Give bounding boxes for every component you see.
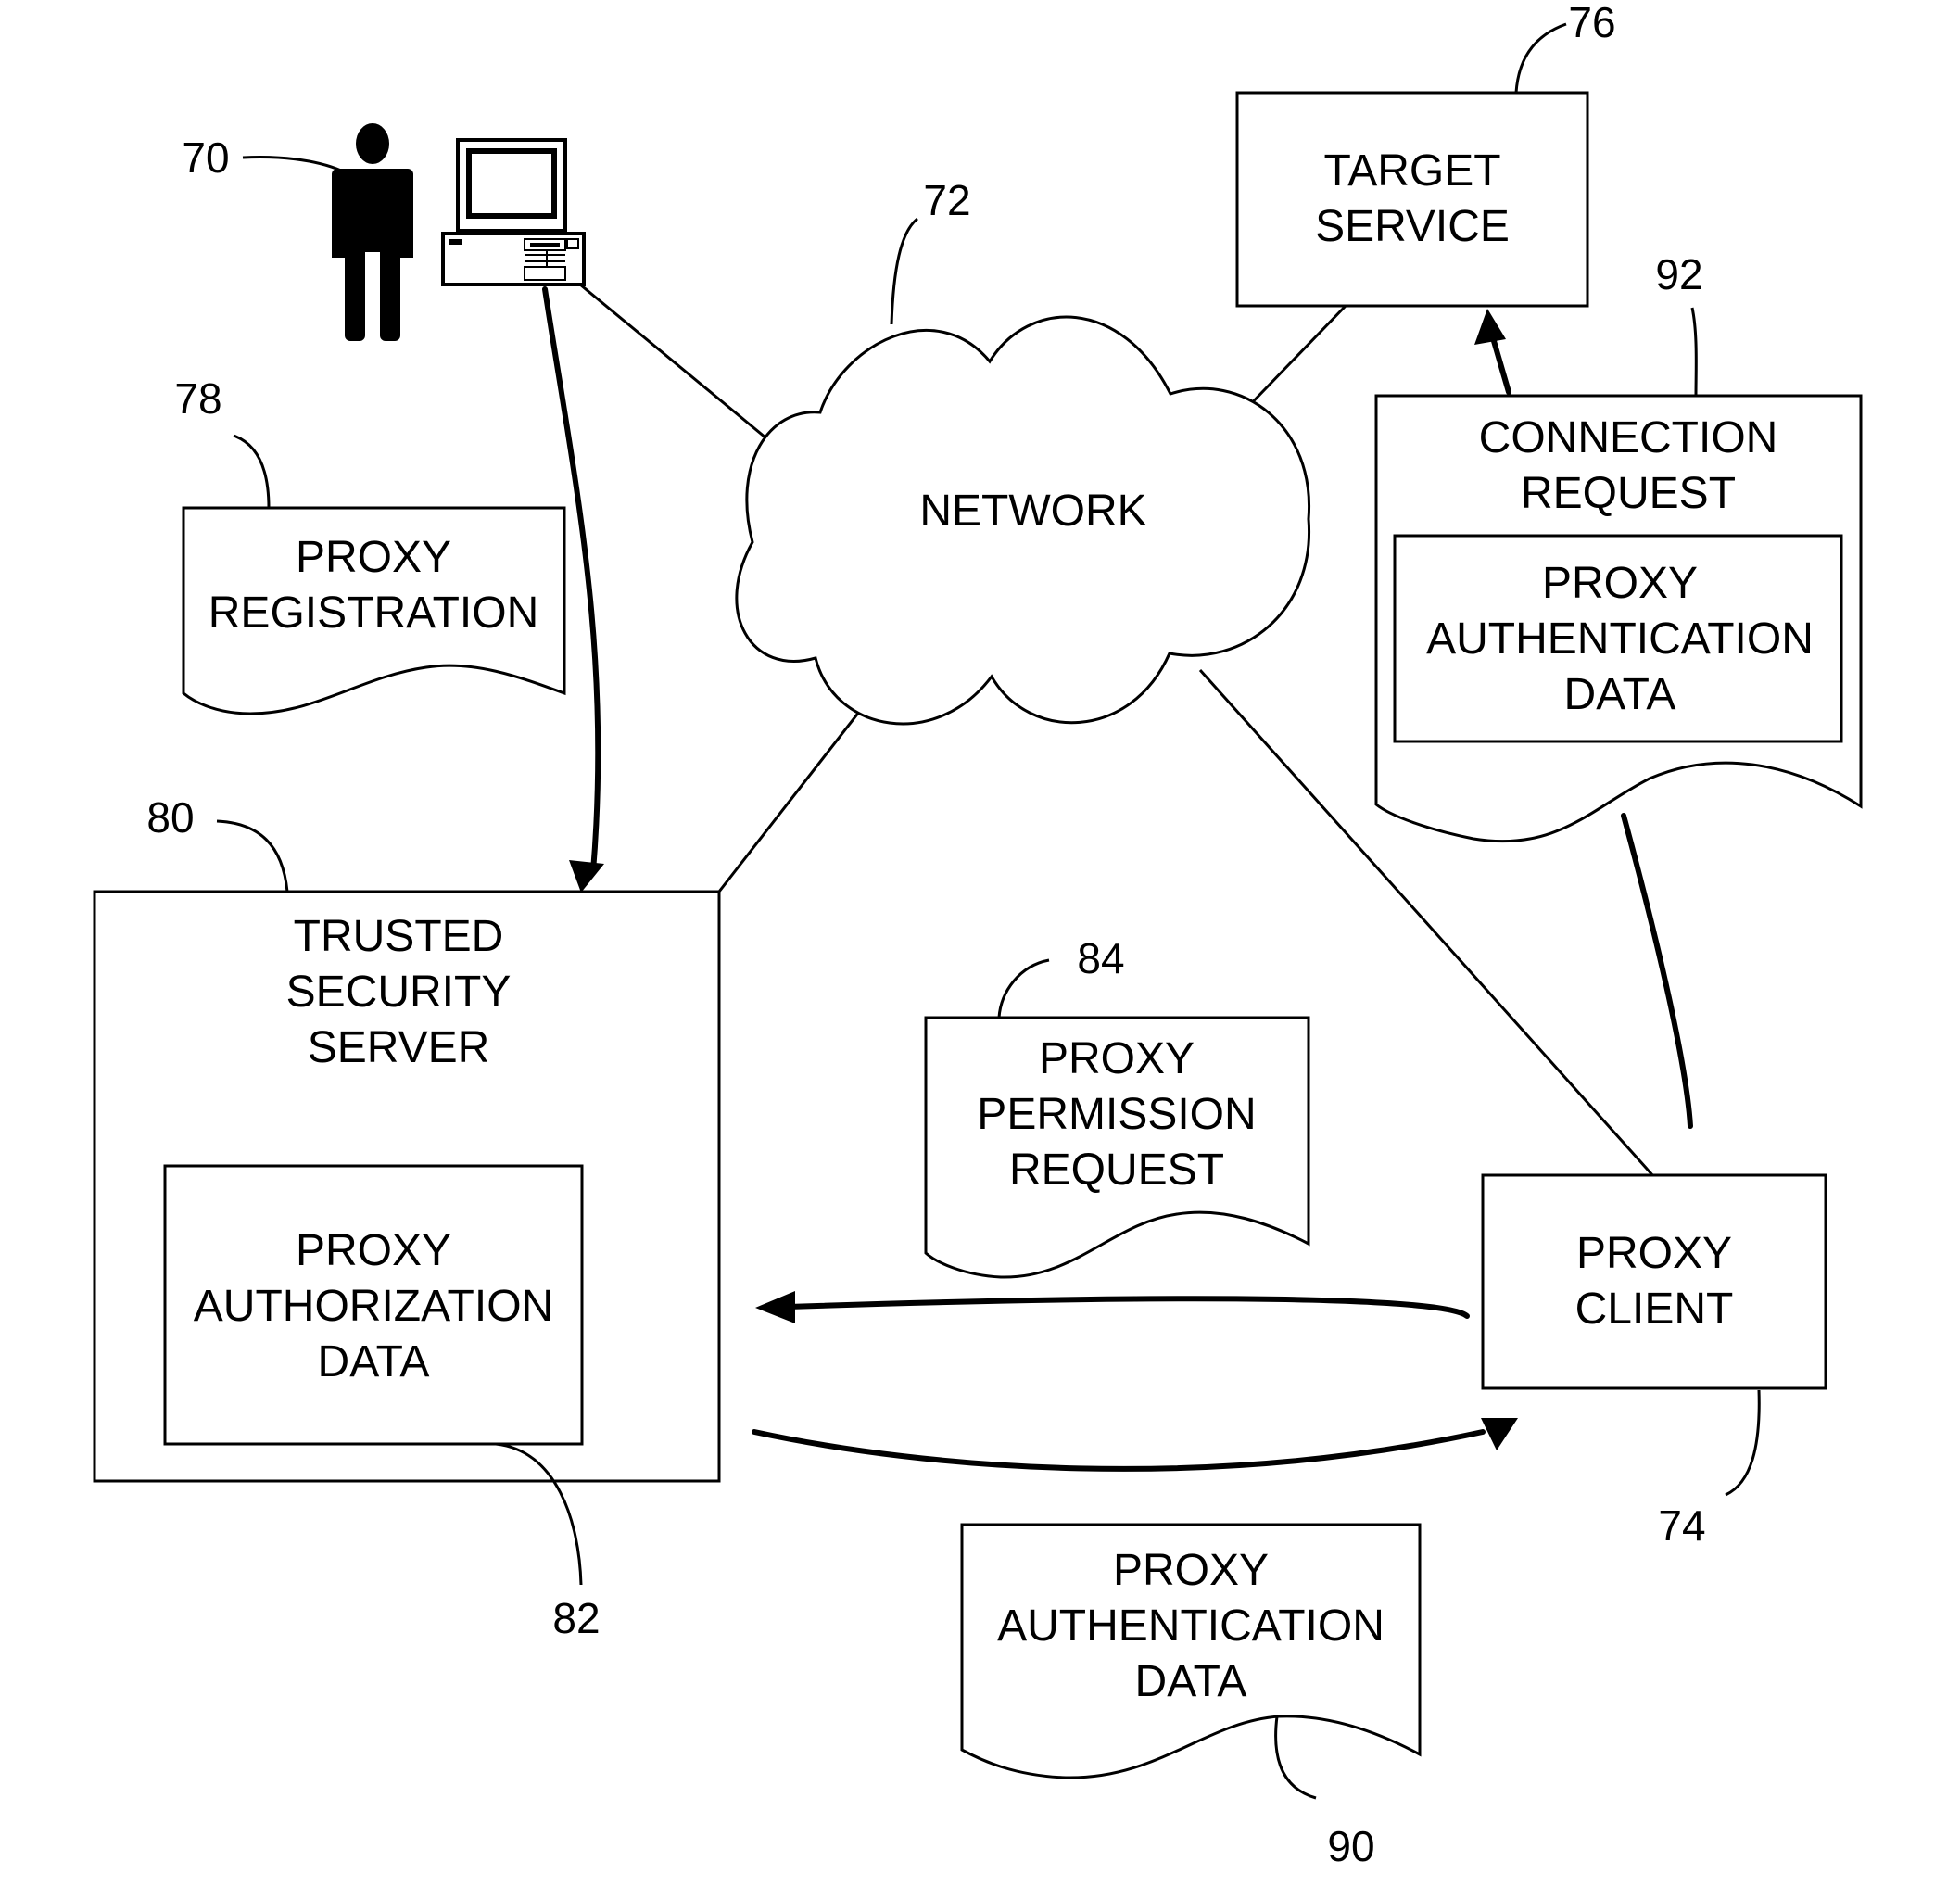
person-icon <box>332 123 413 341</box>
request-to-target-arrowhead <box>1474 309 1506 345</box>
leader-90 <box>1274 1715 1317 1800</box>
leader-78 <box>233 434 271 509</box>
leader-76 <box>1514 22 1567 94</box>
connection-request-label-line1: CONNECTION <box>1479 413 1778 462</box>
network-server-line <box>717 690 878 893</box>
target-service-box <box>1235 91 1589 308</box>
ref-label-78: 78 <box>174 374 221 423</box>
permission-label-line2: PERMISSION <box>977 1090 1256 1139</box>
proxy-registration-label-line2: REGISTRATION <box>209 589 538 638</box>
proxy-client-label-line1: PROXY <box>1576 1229 1732 1278</box>
cr-auth-data-label-line3: DATA <box>1564 670 1676 719</box>
connection-request-label-line2: REQUEST <box>1521 469 1736 518</box>
permission-arrow <box>785 1296 1470 1319</box>
proxy-client-box <box>1481 1173 1827 1390</box>
ref-label-76: 76 <box>1568 0 1615 46</box>
target-network-line <box>1238 304 1347 417</box>
auth-data-label-line1: PROXY <box>1113 1546 1269 1595</box>
authorization-label-line3: DATA <box>318 1337 430 1386</box>
client-to-request-line <box>1621 813 1693 1129</box>
permission-arrowhead <box>755 1291 795 1323</box>
computer-network-line <box>579 283 772 444</box>
authorization-label-line2: AUTHORIZATION <box>194 1282 553 1331</box>
registration-arrowhead <box>569 860 604 893</box>
ref-label-82: 82 <box>552 1594 600 1642</box>
proxy-client-label-line2: CLIENT <box>1575 1285 1734 1334</box>
cr-auth-data-label-line2: AUTHENTICATION <box>1426 614 1814 664</box>
leader-84 <box>997 958 1050 1019</box>
leader-74 <box>1725 1389 1761 1497</box>
auth-data-label-line3: DATA <box>1135 1657 1247 1706</box>
leader-92 <box>1690 307 1698 397</box>
target-service-label-line1: TARGET <box>1323 146 1500 196</box>
ref-label-74: 74 <box>1658 1501 1705 1550</box>
ref-label-92: 92 <box>1655 250 1702 298</box>
server-label-line1: TRUSTED <box>294 912 504 961</box>
ref-label-70: 70 <box>182 133 229 182</box>
ref-label-80: 80 <box>146 793 194 842</box>
permission-label-line3: REQUEST <box>1009 1146 1224 1195</box>
ref-label-72: 72 <box>923 176 970 224</box>
leader-80 <box>216 819 289 893</box>
proxy-registration-label-line1: PROXY <box>296 533 451 582</box>
authorization-label-line1: PROXY <box>296 1226 451 1275</box>
ref-label-84: 84 <box>1077 934 1124 982</box>
cr-auth-data-label-line1: PROXY <box>1542 559 1698 608</box>
computer-icon <box>441 138 586 286</box>
patent-diagram: 70 NETWORK 72 TARGET SERVICE 76 CONNECTI… <box>93 0 1863 1870</box>
server-label-line3: SERVER <box>308 1023 490 1072</box>
authentication-arrow <box>752 1429 1486 1472</box>
permission-label-line1: PROXY <box>1039 1034 1195 1083</box>
request-to-target-arrow <box>1491 338 1511 395</box>
target-service-label-line2: SERVICE <box>1315 202 1510 251</box>
authentication-arrowhead <box>1481 1418 1518 1450</box>
auth-data-label-line2: AUTHENTICATION <box>997 1601 1385 1651</box>
network-label: NETWORK <box>919 487 1146 536</box>
ref-label-90: 90 <box>1327 1822 1374 1870</box>
leader-72 <box>890 217 918 325</box>
leader-70 <box>242 156 342 172</box>
server-label-line2: SECURITY <box>286 968 512 1017</box>
